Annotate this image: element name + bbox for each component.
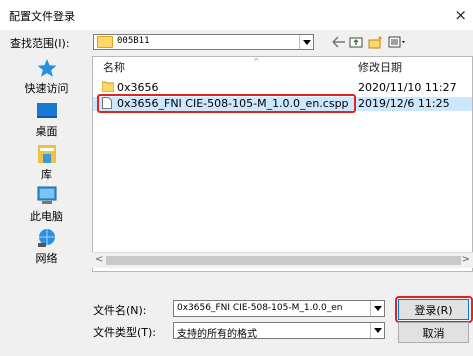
horizontal-scrollbar[interactable]: < >: [92, 252, 473, 268]
place-this-pc[interactable]: 此电脑: [8, 186, 85, 226]
folder-icon: [97, 36, 113, 48]
sort-up-icon: ^: [253, 57, 260, 66]
place-label: 此电脑: [30, 210, 63, 223]
column-header-name[interactable]: 名称: [103, 59, 125, 75]
scroll-left-icon[interactable]: <: [95, 254, 103, 265]
computer-icon: [36, 186, 58, 206]
file-date: 2019/12/6 11:25: [358, 97, 450, 110]
up-folder-icon[interactable]: [347, 34, 365, 50]
file-name: 0x3656: [117, 81, 159, 94]
place-library[interactable]: 库: [8, 144, 85, 184]
chevron-down-icon[interactable]: [370, 323, 384, 338]
window-title: 配置文件登录: [9, 10, 75, 23]
file-date: 2020/11/10 11:27: [358, 81, 457, 94]
filetype-label: 文件类型(T):: [93, 326, 157, 339]
highlight-box: [395, 296, 473, 323]
lookin-dropdown[interactable]: 005B11: [93, 34, 314, 50]
highlight-box: [97, 94, 356, 113]
filetype-value: 支持的所有的格式: [177, 329, 257, 340]
network-icon: [36, 228, 58, 248]
place-label: 桌面: [35, 125, 58, 138]
new-folder-icon[interactable]: [366, 34, 384, 50]
filename-label: 文件名(N):: [93, 304, 147, 317]
place-network[interactable]: 网络: [8, 228, 85, 268]
library-icon: [36, 144, 58, 164]
place-quick-access[interactable]: 快速访问: [8, 58, 85, 98]
title-bar: 配置文件登录 ×: [0, 0, 473, 30]
close-icon[interactable]: ×: [454, 6, 467, 24]
place-label: 库: [41, 168, 52, 181]
column-header-date[interactable]: 修改日期: [358, 59, 402, 75]
back-arrow-icon[interactable]: [330, 34, 348, 50]
scroll-thumb[interactable]: [106, 256, 461, 265]
place-desktop[interactable]: 桌面: [8, 101, 85, 141]
place-label: 快速访问: [24, 82, 69, 95]
cancel-button[interactable]: 取消: [398, 322, 469, 343]
view-menu-icon[interactable]: [387, 34, 409, 50]
place-label: 网络: [35, 252, 58, 265]
lookin-label: 查找范围(I):: [10, 37, 70, 50]
chevron-down-icon[interactable]: [370, 301, 384, 316]
filetype-select[interactable]: 支持的所有的格式: [173, 322, 385, 340]
desktop-icon: [36, 101, 58, 121]
list-item[interactable]: 0x3656 2020/11/10 11:27: [93, 81, 472, 95]
places-bar: 快速访问 桌面 库 此电脑 网络: [8, 56, 85, 271]
filename-input[interactable]: 0x3656_FNI CIE-508-105-M_1.0.0_en: [173, 300, 385, 317]
scroll-right-icon[interactable]: >: [462, 254, 470, 265]
filename-value: 0x3656_FNI CIE-508-105-M_1.0.0_en: [177, 303, 343, 313]
chevron-down-icon[interactable]: [299, 35, 313, 49]
lookin-value: 005B11: [117, 36, 150, 46]
star-icon: [36, 58, 58, 78]
file-list[interactable]: 名称 ^ 修改日期 0x3656 2020/11/10 11:27 0x3656…: [92, 56, 473, 272]
folder-icon: [101, 81, 115, 93]
